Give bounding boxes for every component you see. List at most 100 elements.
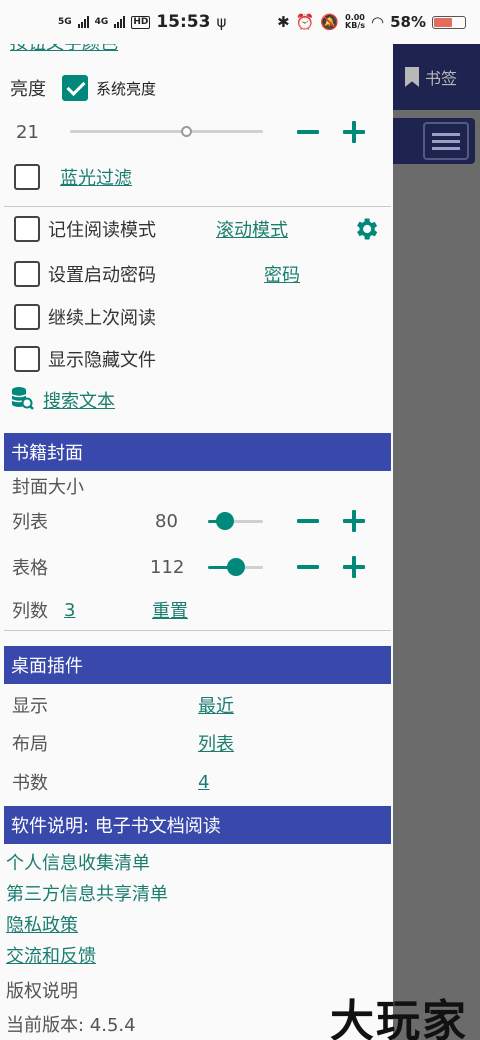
- columns-value-link[interactable]: 3: [64, 600, 75, 621]
- widget-display-link[interactable]: 最近: [198, 692, 234, 718]
- blue-filter-checkbox[interactable]: [14, 164, 40, 190]
- widget-layout-row: 布局 列表: [0, 728, 393, 758]
- show-hidden-row: 显示隐藏文件: [0, 344, 393, 374]
- list-size-minus-button[interactable]: [297, 519, 319, 523]
- version-label: 当前版本: 4.5.4: [6, 1015, 136, 1036]
- feedback-row: 交流和反馈: [0, 940, 393, 970]
- cover-section-header: 书籍封面: [4, 433, 391, 471]
- signal-4g-label: 4G: [94, 17, 109, 27]
- scroll-mode-link[interactable]: 滚动模式: [216, 216, 288, 242]
- password-link[interactable]: 密码: [264, 261, 300, 287]
- net-speed: 0.00 KB/s: [345, 14, 365, 30]
- list-size-value: 80: [155, 510, 178, 532]
- system-brightness-label: 系统亮度: [96, 79, 157, 98]
- widget-section-title: 桌面插件: [11, 656, 83, 677]
- feedback-link[interactable]: 交流和反馈: [6, 942, 96, 968]
- search-text-row: 搜索文本: [0, 385, 393, 415]
- continue-reading-row: 继续上次阅读: [0, 302, 393, 332]
- grid-size-slider-thumb[interactable]: [226, 558, 245, 576]
- gear-icon[interactable]: [352, 215, 380, 247]
- startup-password-checkbox[interactable]: [14, 261, 40, 287]
- continue-reading-label: 继续上次阅读: [48, 308, 156, 329]
- button-text-color-link[interactable]: 按钮文字颜色: [10, 44, 118, 55]
- divider: [4, 206, 391, 207]
- widget-section-header: 桌面插件: [4, 646, 391, 684]
- brightness-row: 亮度 系统亮度: [0, 72, 393, 104]
- widget-count-row: 书数 4: [0, 767, 393, 797]
- bookmark-label: 书签: [425, 69, 458, 88]
- background-app: 书签: [393, 44, 480, 1040]
- widget-display-label: 显示: [12, 696, 48, 717]
- brightness-minus-button[interactable]: [297, 130, 319, 134]
- status-bar: 5G 4G HD 15:53 ψ ✱ ⏰ 🔕 0.00 KB/s ◠ 58%: [0, 0, 480, 44]
- privacy-link[interactable]: 隐私政策: [6, 911, 78, 937]
- signal-bars-icon: [77, 16, 89, 28]
- columns-row: 列数 3 重置: [0, 595, 393, 625]
- widget-display-row: 显示 最近: [0, 690, 393, 720]
- brightness-slider[interactable]: [70, 126, 263, 137]
- usb-icon: ψ: [216, 13, 227, 31]
- copyright-label[interactable]: 版权说明: [6, 977, 78, 1003]
- blue-filter-link[interactable]: 蓝光过滤: [60, 164, 132, 190]
- watermark: 大玩家: [330, 996, 468, 1040]
- grid-size-slider[interactable]: [208, 558, 263, 576]
- grid-size-row: 表格 112: [0, 552, 393, 582]
- reset-link[interactable]: 重置: [152, 597, 188, 623]
- wifi-icon: ◠: [371, 13, 385, 31]
- remember-mode-checkbox[interactable]: [14, 216, 40, 242]
- grid-size-plus-button[interactable]: [343, 556, 365, 578]
- system-brightness-checkbox[interactable]: [62, 75, 88, 101]
- divider: [4, 630, 391, 631]
- list-size-plus-button[interactable]: [343, 510, 365, 532]
- alarm-icon: ⏰: [295, 13, 315, 31]
- list-view-icon: [423, 122, 469, 160]
- startup-password-row: 设置启动密码 密码: [0, 259, 393, 289]
- bookmark-icon: [405, 67, 419, 87]
- status-left: 5G 4G HD 15:53 ψ: [58, 12, 226, 32]
- remember-mode-label: 记住阅读模式: [48, 220, 156, 241]
- continue-reading-checkbox[interactable]: [14, 304, 40, 330]
- startup-password-label: 设置启动密码: [48, 265, 156, 286]
- personal-info-link[interactable]: 个人信息收集清单: [6, 849, 150, 875]
- grid-size-minus-button[interactable]: [297, 565, 319, 569]
- about-section-title: 软件说明: 电子书文档阅读: [11, 816, 221, 837]
- top-cut-row: 按钮文字颜色: [0, 44, 393, 54]
- widget-layout-label: 布局: [12, 734, 48, 755]
- personal-info-row: 个人信息收集清单: [0, 847, 393, 877]
- about-section-header: 软件说明: 电子书文档阅读: [4, 806, 391, 844]
- blue-filter-row: 蓝光过滤: [0, 162, 393, 192]
- settings-drawer: 按钮文字颜色 亮度 系统亮度 21 蓝光过滤 记住阅读模式 滚动模式 设置启动密…: [0, 44, 393, 1040]
- list-size-label: 列表: [12, 512, 48, 533]
- brightness-slider-thumb[interactable]: [180, 126, 192, 137]
- view-toggle: [393, 118, 475, 164]
- signal-bars-icon: [114, 16, 126, 28]
- list-size-row: 列表 80: [0, 506, 393, 536]
- background-toolbar: 书签: [393, 44, 480, 110]
- brightness-value: 21: [16, 121, 39, 143]
- widget-count-link[interactable]: 4: [198, 772, 209, 793]
- widget-layout-link[interactable]: 列表: [198, 730, 234, 756]
- brightness-plus-button[interactable]: [343, 121, 365, 143]
- battery-percent: 58%: [390, 13, 426, 31]
- third-party-link[interactable]: 第三方信息共享清单: [6, 880, 168, 906]
- list-size-slider-thumb[interactable]: [215, 512, 234, 530]
- bluetooth-icon: ✱: [277, 13, 290, 31]
- cover-size-label: 封面大小: [12, 477, 84, 498]
- mute-icon: 🔕: [320, 13, 340, 31]
- grid-size-value: 112: [150, 556, 185, 578]
- battery-icon: [432, 15, 466, 29]
- list-size-slider[interactable]: [208, 512, 263, 530]
- third-party-row: 第三方信息共享清单: [0, 878, 393, 908]
- status-right: ✱ ⏰ 🔕 0.00 KB/s ◠ 58%: [277, 13, 466, 31]
- cover-section-title: 书籍封面: [11, 443, 83, 464]
- database-search-icon: [10, 385, 34, 415]
- signal-5g-label: 5G: [58, 17, 72, 27]
- cover-size-row: 封面大小: [0, 472, 393, 500]
- net-speed-unit: KB/s: [345, 21, 365, 30]
- search-text-link[interactable]: 搜索文本: [43, 387, 115, 413]
- privacy-row: 隐私政策: [0, 909, 393, 939]
- grid-size-label: 表格: [12, 558, 48, 579]
- show-hidden-checkbox[interactable]: [14, 346, 40, 372]
- brightness-label: 亮度: [10, 79, 46, 100]
- hd-badge: HD: [131, 15, 151, 29]
